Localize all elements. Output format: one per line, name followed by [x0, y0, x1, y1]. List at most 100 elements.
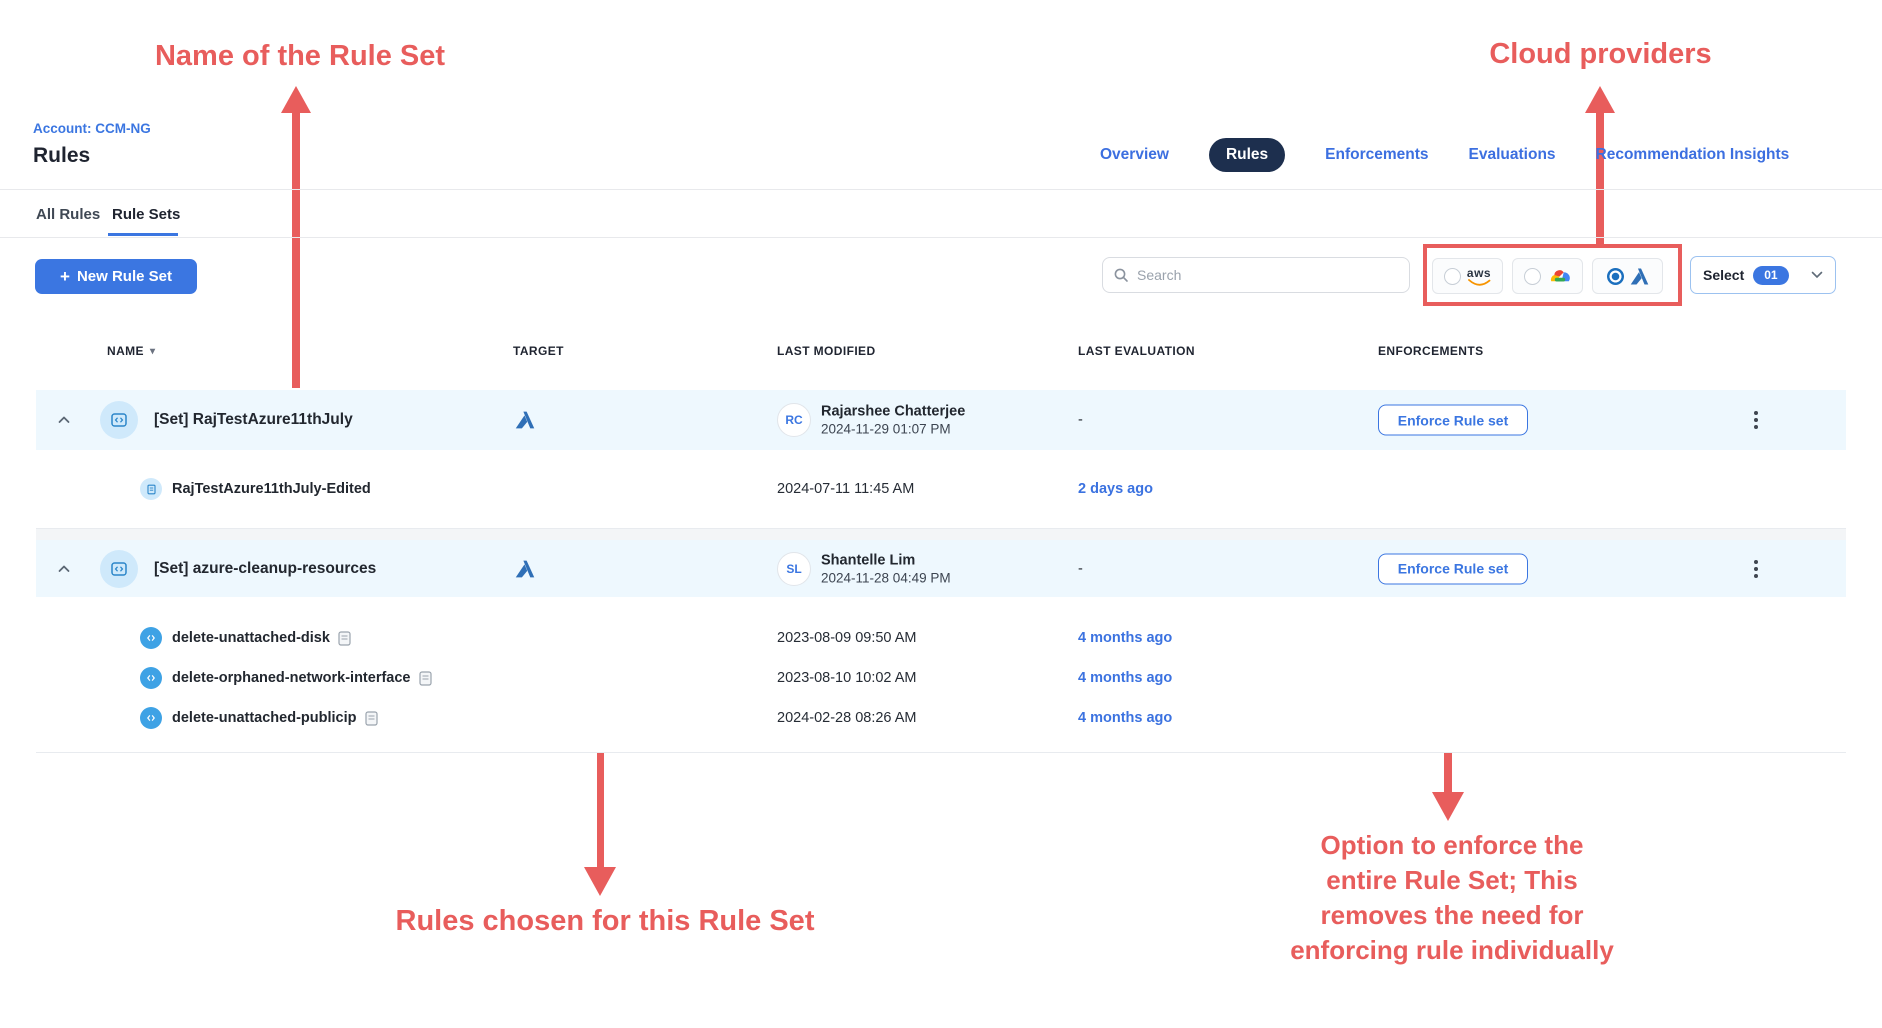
annotation-arrow-up-left [281, 86, 311, 113]
select-label: Select [1703, 267, 1744, 283]
search-input[interactable] [1137, 267, 1399, 283]
select-dropdown[interactable]: Select 01 [1690, 256, 1836, 294]
annotation-arrow-line-right [1596, 110, 1604, 246]
table-header-row: NAME ▾ TARGET LAST MODIFIED LAST EVALUAT… [36, 344, 1846, 368]
last-evaluation-value: - [1078, 412, 1083, 428]
annotation-rules-chosen: Rules chosen for this Rule Set [355, 903, 855, 939]
modified-date: 2024-11-29 01:07 PM [821, 422, 951, 437]
annotation-cloud-providers: Cloud providers [1463, 36, 1738, 72]
column-header-target: TARGET [513, 344, 564, 358]
avatar: SL [777, 552, 811, 586]
search-input-wrapper [1102, 257, 1410, 293]
azure-icon [1630, 267, 1649, 286]
chevron-down-icon [1811, 271, 1823, 279]
rule-name-label: delete-unattached-publicip [172, 710, 357, 726]
rule-set-row[interactable]: [Set] RajTestAzure11thJuly RC Rajarshee … [36, 390, 1846, 450]
modified-date: 2024-11-28 04:49 PM [821, 570, 951, 585]
rule-set-icon [100, 401, 138, 439]
annotation-enforce-line-2: entire Rule Set; This [1272, 863, 1632, 898]
azure-target-icon [515, 410, 535, 430]
enforce-rule-set-button[interactable]: Enforce Rule set [1378, 553, 1528, 584]
new-rule-set-button[interactable]: + New Rule Set [35, 259, 197, 294]
rule-name[interactable]: RajTestAzure11thJuly-Edited [172, 481, 371, 497]
nav-overview[interactable]: Overview [1100, 146, 1169, 164]
annotation-arrow-down-rules [584, 867, 616, 896]
kebab-menu-icon[interactable] [1750, 556, 1762, 582]
document-icon[interactable] [365, 711, 378, 726]
kebab-menu-icon[interactable] [1750, 407, 1762, 433]
select-count-badge: 01 [1753, 266, 1788, 285]
rule-name[interactable]: delete-orphaned-network-interface [172, 670, 432, 686]
column-header-last-modified: LAST MODIFIED [777, 344, 876, 358]
rule-set-name[interactable]: [Set] RajTestAzure11thJuly [154, 411, 353, 429]
azure-radio-checked[interactable] [1607, 268, 1624, 285]
active-tab-underline [108, 233, 178, 236]
rule-last-evaluation-link[interactable]: 4 months ago [1078, 710, 1172, 726]
rule-last-evaluation-link[interactable]: 4 months ago [1078, 630, 1172, 646]
tab-all-rules[interactable]: All Rules [36, 206, 100, 223]
rule-name[interactable]: delete-unattached-disk [172, 630, 351, 646]
rule-icon [140, 707, 162, 729]
rule-set-name[interactable]: [Set] azure-cleanup-resources [154, 560, 376, 578]
page-title: Rules [33, 144, 90, 168]
rule-last-modified: 2024-02-28 08:26 AM [777, 710, 916, 726]
annotation-arrow-up-right [1585, 86, 1615, 113]
column-header-enforcements: ENFORCEMENTS [1378, 344, 1483, 358]
collapse-chevron-icon[interactable] [56, 561, 72, 577]
rule-last-modified: 2023-08-09 09:50 AM [777, 630, 916, 646]
rule-last-modified: 2023-08-10 10:02 AM [777, 670, 916, 686]
screenshot-root: Name of the Rule Set Cloud providers Rul… [0, 0, 1882, 1028]
rule-name-label: delete-orphaned-network-interface [172, 670, 411, 686]
last-evaluation-value: - [1078, 561, 1083, 577]
nav-enforcements[interactable]: Enforcements [1325, 146, 1428, 164]
nav-recommendation-insights[interactable]: Recommendation Insights [1596, 146, 1790, 164]
provider-toggle-aws[interactable]: aws [1432, 258, 1503, 294]
provider-toggle-azure[interactable] [1592, 258, 1663, 294]
annotation-name-of-rule-set: Name of the Rule Set [110, 38, 490, 74]
rule-set-rules-list: delete-unattached-disk 2023-08-09 09:50 … [36, 597, 1846, 753]
rule-row[interactable]: RajTestAzure11thJuly-Edited 2024-07-11 1… [36, 450, 1846, 529]
aws-radio[interactable] [1444, 268, 1461, 285]
collapse-chevron-icon[interactable] [56, 412, 72, 428]
last-modified-cell: Rajarshee Chatterjee 2024-11-29 01:07 PM [821, 404, 965, 437]
rule-row[interactable]: delete-unattached-publicip 2024-02-28 08… [36, 698, 1846, 738]
nav-evaluations[interactable]: Evaluations [1469, 146, 1556, 164]
rule-doc-icon [140, 478, 162, 500]
provider-toggle-gcp[interactable] [1512, 258, 1583, 294]
gcp-icon [1547, 267, 1572, 286]
modified-by-name: Shantelle Lim [821, 552, 915, 568]
rule-icon [140, 667, 162, 689]
column-header-last-evaluation: LAST EVALUATION [1078, 344, 1195, 358]
plus-icon: + [60, 267, 70, 287]
rule-name[interactable]: delete-unattached-publicip [172, 710, 378, 726]
rule-icon [140, 627, 162, 649]
nav-rules[interactable]: Rules [1209, 138, 1285, 172]
document-icon[interactable] [419, 671, 432, 686]
document-icon[interactable] [338, 631, 351, 646]
column-header-name[interactable]: NAME ▾ [107, 344, 155, 358]
enforce-rule-set-button[interactable]: Enforce Rule set [1378, 405, 1528, 436]
rule-set-icon [100, 550, 138, 588]
annotation-enforce-text: Option to enforce the entire Rule Set; T… [1272, 828, 1632, 968]
modified-by-name: Rajarshee Chatterjee [821, 404, 965, 420]
azure-target-icon [515, 559, 535, 579]
rule-set-row[interactable]: [Set] azure-cleanup-resources SL Shantel… [36, 540, 1846, 597]
header-divider [0, 189, 1882, 190]
annotation-arrow-down-enforce [1432, 792, 1464, 821]
last-modified-cell: Shantelle Lim 2024-11-28 04:49 PM [821, 552, 951, 585]
rule-last-evaluation-link[interactable]: 2 days ago [1078, 481, 1153, 497]
rule-last-modified: 2024-07-11 11:45 AM [777, 481, 914, 497]
annotation-enforce-line-4: enforcing rule individually [1272, 933, 1632, 968]
rule-name-label: delete-unattached-disk [172, 630, 330, 646]
rule-row[interactable]: delete-orphaned-network-interface 2023-0… [36, 658, 1846, 698]
gcp-radio[interactable] [1524, 268, 1541, 285]
avatar: RC [777, 403, 811, 437]
tabs-divider [0, 237, 1882, 238]
search-icon [1113, 267, 1129, 283]
sort-caret-icon: ▾ [150, 346, 155, 357]
rule-row[interactable]: delete-unattached-disk 2023-08-09 09:50 … [36, 618, 1846, 658]
new-rule-set-label: New Rule Set [77, 268, 172, 285]
account-breadcrumb[interactable]: Account: CCM-NG [33, 121, 151, 136]
rule-last-evaluation-link[interactable]: 4 months ago [1078, 670, 1172, 686]
tab-rule-sets[interactable]: Rule Sets [112, 206, 180, 223]
